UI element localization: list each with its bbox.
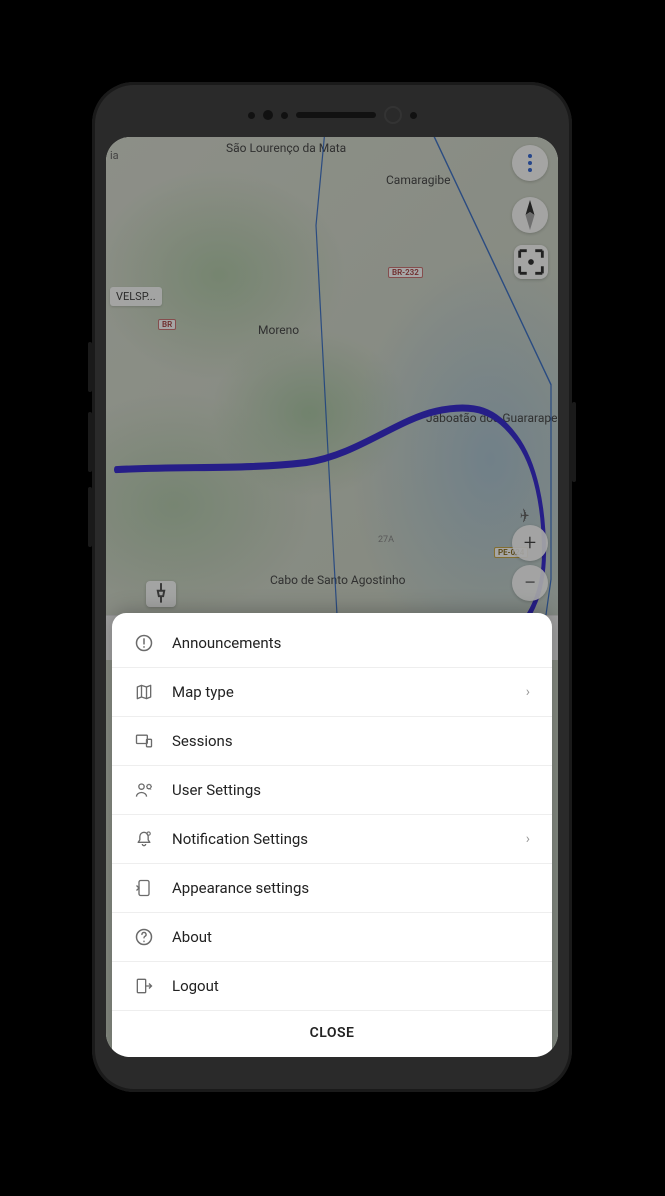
menu-label: Map type xyxy=(172,683,526,701)
menu-label: Sessions xyxy=(172,732,530,750)
menu-item-map-type[interactable]: Map type › xyxy=(112,668,552,717)
maptype-icon xyxy=(134,682,154,702)
side-button xyxy=(572,402,576,482)
screen: ia São Lourenço da Mata Camaragibe Moren… xyxy=(106,137,558,1057)
side-button xyxy=(88,412,92,472)
menu-label: Logout xyxy=(172,977,530,995)
close-button[interactable]: CLOSE xyxy=(112,1011,552,1057)
menu-label: About xyxy=(172,928,530,946)
menu-item-logout[interactable]: Logout xyxy=(112,962,552,1011)
chevron-right-icon: › xyxy=(526,684,530,700)
menu-item-user-settings[interactable]: User Settings xyxy=(112,766,552,815)
bottom-sheet: Announcements Map type › Sessions User xyxy=(112,613,552,1057)
menu-label: Appearance settings xyxy=(172,879,530,897)
notification-icon xyxy=(134,829,154,849)
menu-label: User Settings xyxy=(172,781,530,799)
menu-label: Notification Settings xyxy=(172,830,526,848)
sessions-icon xyxy=(134,731,154,751)
phone-top-sensors xyxy=(92,100,572,130)
menu-item-sessions[interactable]: Sessions xyxy=(112,717,552,766)
appearance-icon xyxy=(134,878,154,898)
logout-icon xyxy=(134,976,154,996)
side-button xyxy=(88,342,92,392)
announce-icon xyxy=(134,633,154,653)
menu-item-about[interactable]: About xyxy=(112,913,552,962)
menu-label: Announcements xyxy=(172,634,530,652)
about-icon xyxy=(134,927,154,947)
chevron-right-icon: › xyxy=(526,831,530,847)
menu-item-appearance-settings[interactable]: Appearance settings xyxy=(112,864,552,913)
phone-frame: ia São Lourenço da Mata Camaragibe Moren… xyxy=(92,82,572,1092)
menu-item-notification-settings[interactable]: Notification Settings › xyxy=(112,815,552,864)
usersettings-icon xyxy=(134,780,154,800)
side-button xyxy=(88,487,92,547)
menu-item-announcements[interactable]: Announcements xyxy=(112,619,552,668)
